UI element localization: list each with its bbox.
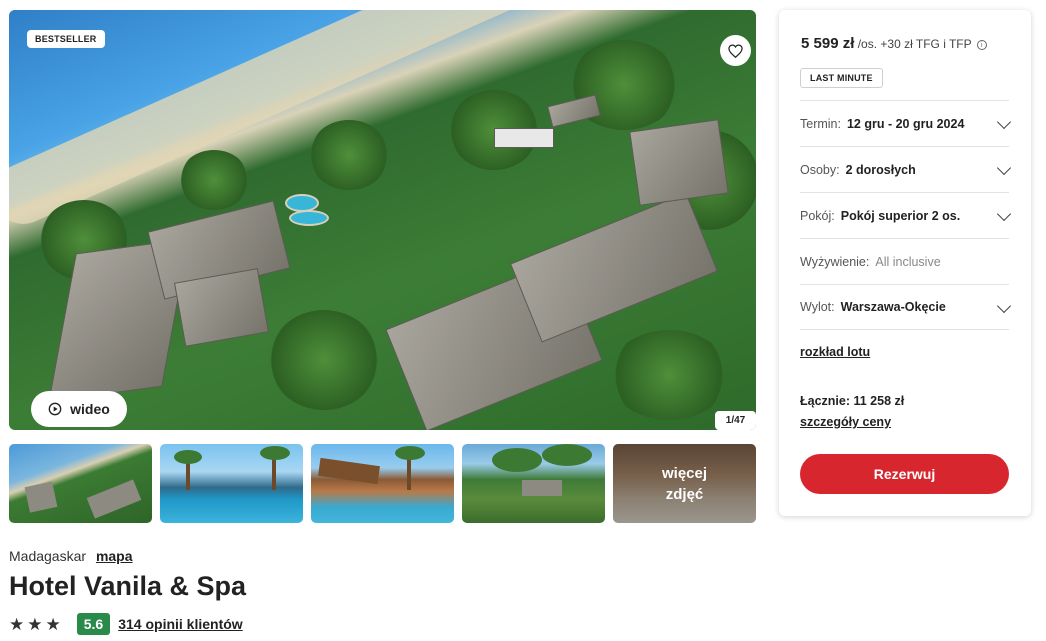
chevron-down-icon (996, 114, 1012, 130)
rating-row: ★ ★ ★ 5.6 314 opinii klientów (9, 612, 243, 636)
location-name: Madagaskar (9, 548, 87, 564)
thumbnail-3[interactable] (311, 444, 454, 523)
row-board: Wyżywienie: All inclusive (800, 238, 1009, 284)
thumb-roof (318, 457, 380, 485)
booking-panel: 5 599 zł /os. +30 zł TFG i TFP i LAST MI… (779, 10, 1031, 516)
photo-palm (309, 120, 389, 190)
row-persons[interactable]: Osoby: 2 dorosłych (800, 146, 1012, 192)
row-departure-label: Wylot: (800, 300, 835, 314)
row-departure[interactable]: Wylot: Warszawa-Okęcie (800, 284, 1012, 330)
row-departure-value: Warszawa-Okęcie (840, 300, 946, 314)
flight-schedule-link-wrap: rozkład lotu (800, 345, 870, 359)
flight-schedule-link[interactable]: rozkład lotu (800, 345, 870, 359)
info-icon[interactable]: i (976, 40, 987, 50)
chevron-down-icon (996, 206, 1012, 222)
hotel-stars: ★ ★ ★ (9, 616, 61, 633)
bestseller-badge: BESTSELLER (27, 30, 105, 48)
thumb-roof (24, 481, 58, 513)
favorite-button[interactable] (720, 35, 751, 66)
row-date-label: Termin: (800, 116, 841, 131)
location-line: Madagaskar mapa (9, 548, 133, 564)
row-room[interactable]: Pokój: Pokój superior 2 os. (800, 192, 1012, 238)
row-room-label: Pokój: (800, 208, 835, 223)
price-suffix: /os. +30 zł TFG i TFP (857, 37, 972, 51)
thumb-palm-leaves (492, 448, 542, 472)
thumb-palm-leaves (542, 444, 592, 466)
photo-roof (494, 128, 554, 148)
photo-palm (609, 330, 729, 420)
total-price: Łącznie: 11 258 zł (800, 394, 905, 408)
price-details-link-wrap: szczegóły ceny (800, 415, 891, 429)
photo-counter: 1/47 (715, 411, 756, 430)
price-line: 5 599 zł /os. +30 zł TFG i TFP i (801, 35, 987, 52)
main-hotel-photo[interactable]: BESTSELLER wideo 1/47 (9, 10, 756, 430)
more-photos-overlay: więcej zdjęć (613, 444, 756, 523)
video-button[interactable]: wideo (31, 391, 127, 427)
chevron-down-icon (996, 160, 1012, 176)
thumb-palm-leaves (174, 450, 202, 464)
thumbnail-more-photos[interactable]: więcej zdjęć (613, 444, 756, 523)
row-date-value: 12 gru - 20 gru 2024 (846, 116, 965, 131)
photo-pool (289, 210, 329, 226)
price-details-link[interactable]: szczegóły ceny (800, 415, 891, 429)
play-circle-icon (48, 402, 62, 416)
map-link[interactable]: mapa (96, 548, 133, 564)
price-per-person: 5 599 zł (801, 35, 855, 52)
thumbnail-4[interactable] (462, 444, 605, 523)
last-minute-badge: LAST MINUTE (800, 68, 883, 88)
row-board-value: All inclusive (875, 254, 941, 269)
rating-score: 5.6 (76, 613, 111, 635)
thumb-roof (522, 480, 562, 496)
video-label: wideo (70, 401, 110, 417)
reviews-link[interactable]: 314 opinii klientów (118, 616, 242, 632)
photo-palm (269, 310, 379, 410)
row-date[interactable]: Termin: 12 gru - 20 gru 2024 (800, 100, 1012, 146)
thumb-palm-leaves (395, 446, 425, 460)
thumb-palm-leaves (260, 446, 290, 460)
row-room-value: Pokój superior 2 os. (840, 208, 961, 223)
star-icon: ★ (9, 614, 25, 634)
more-photos-label: więcej zdjęć (661, 464, 708, 503)
photo-palm (179, 150, 249, 210)
thumbnail-1[interactable] (9, 444, 152, 523)
star-icon: ★ (45, 614, 61, 634)
heart-icon (728, 43, 743, 58)
thumb-roof (86, 479, 142, 519)
row-persons-label: Osoby: (800, 162, 840, 177)
reserve-button[interactable]: Rezerwuj (800, 454, 1009, 494)
row-persons-value: 2 dorosłych (845, 162, 916, 177)
photo-roof (629, 119, 729, 206)
star-icon: ★ (27, 614, 43, 634)
thumbnail-2[interactable] (160, 444, 303, 523)
hotel-title: Hotel Vanila & Spa (9, 571, 247, 601)
row-board-label: Wyżywienie: (800, 254, 870, 269)
chevron-down-icon (996, 298, 1012, 314)
